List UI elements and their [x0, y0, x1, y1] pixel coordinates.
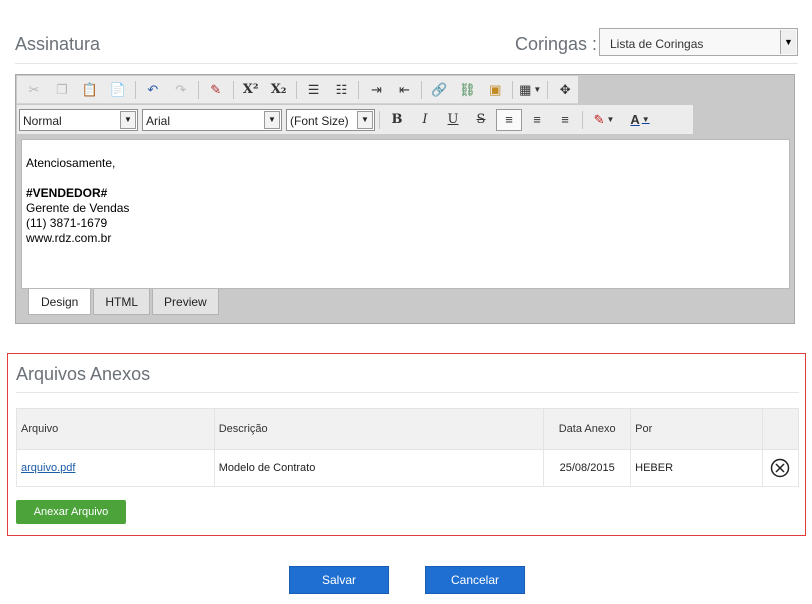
toolbar-divider — [582, 110, 583, 129]
signature-title: Assinatura — [15, 34, 101, 54]
font-select[interactable]: Arial ▼ — [142, 108, 282, 131]
attachments-title: Arquivos Anexos — [16, 364, 151, 384]
table-icon[interactable]: ▦ ▼ — [517, 79, 543, 101]
content-line: Atenciosamente, — [26, 156, 116, 170]
spellcheck-icon[interactable]: ✎ — [203, 79, 229, 101]
underline-icon[interactable]: U — [440, 109, 466, 131]
attachments-table: Arquivo Descrição Data Anexo Por arquivo… — [16, 408, 800, 487]
content-line: www.rdz.com.br — [26, 231, 112, 245]
editor-content[interactable]: Atenciosamente, #VENDEDOR# Gerente de Ve… — [21, 139, 790, 289]
signature-header: Assinatura Coringas : Lista de Coringas … — [15, 26, 798, 64]
subscript-icon[interactable]: X₂ — [266, 79, 292, 101]
image-icon[interactable]: ▣ — [482, 79, 508, 101]
cancel-button[interactable]: Cancelar — [425, 566, 525, 594]
save-button[interactable]: Salvar — [289, 566, 389, 594]
strikethrough-icon[interactable]: S — [468, 109, 494, 131]
toolbar-divider — [197, 80, 199, 99]
outdent-icon[interactable]: ⇤ — [391, 79, 417, 101]
ordered-list-icon[interactable]: ☰ — [301, 79, 327, 101]
toolbar-divider — [232, 80, 234, 99]
fullscreen-icon[interactable]: ✥ — [552, 79, 578, 101]
editor-toolbar-bottom: Normal ▼ Arial ▼ (Font Size) ▼ B I U S ≡… — [17, 105, 693, 134]
tab-design[interactable]: Design — [28, 289, 92, 315]
column-header-actions — [761, 408, 800, 450]
coringas-label: Coringas : — [515, 34, 598, 54]
attach-file-button[interactable]: Anexar Arquivo — [16, 500, 126, 524]
paste-icon[interactable]: 📋 — [77, 79, 103, 101]
font-size-select-value: (Font Size) — [290, 113, 349, 128]
unordered-list-icon[interactable]: ☷ — [329, 79, 355, 101]
table-row: arquivo.pdf Modelo de Contrato 25/08/201… — [16, 449, 800, 487]
paste-word-icon[interactable]: 📄 — [105, 79, 131, 101]
column-header-descricao: Descrição — [213, 408, 545, 450]
toolbar-divider — [379, 110, 380, 129]
cell-description: Modelo de Contrato — [213, 449, 545, 487]
cell-file: arquivo.pdf — [16, 449, 215, 487]
format-select-value: Normal — [23, 113, 62, 128]
bold-icon[interactable]: B — [384, 109, 410, 131]
superscript-icon[interactable]: X² — [238, 79, 264, 101]
link-icon[interactable]: 🔗 — [426, 79, 452, 101]
chevron-down-icon: ▼ — [357, 110, 373, 129]
align-left-icon[interactable]: ≡ — [496, 108, 522, 131]
toolbar-divider — [295, 80, 297, 99]
tab-preview[interactable]: Preview — [152, 289, 219, 315]
redo-icon[interactable]: ↷ — [168, 79, 194, 101]
indent-icon[interactable]: ⇥ — [363, 79, 389, 101]
attachments-divider — [16, 392, 799, 393]
cell-remove — [761, 449, 800, 487]
file-link[interactable]: arquivo.pdf — [21, 462, 75, 474]
cell-date: 25/08/2015 — [543, 449, 632, 487]
highlight-color-icon[interactable]: ✎ ▼ — [587, 109, 621, 131]
font-color-icon[interactable]: A ▼ — [623, 109, 657, 131]
coringas-select-value: Lista de Coringas — [610, 37, 704, 51]
undo-icon[interactable]: ↶ — [140, 79, 166, 101]
chevron-down-icon: ▼ — [264, 110, 280, 129]
chevron-down-icon: ▼ — [120, 110, 136, 129]
copy-icon[interactable]: ❐ — [49, 79, 75, 101]
chevron-down-icon: ▼ — [780, 30, 796, 54]
coringas-select[interactable]: Lista de Coringas ▼ — [599, 28, 798, 56]
toolbar-divider — [358, 80, 360, 99]
font-select-value: Arial — [146, 113, 171, 128]
align-center-icon[interactable]: ≡ — [524, 109, 550, 131]
column-header-por: Por — [630, 408, 763, 450]
table-header-row: Arquivo Descrição Data Anexo Por — [16, 408, 800, 450]
toolbar-divider — [512, 80, 514, 99]
column-header-arquivo: Arquivo — [16, 408, 215, 450]
content-line: Gerente de Vendas — [26, 201, 130, 215]
tab-html[interactable]: HTML — [93, 289, 151, 315]
toolbar-divider — [421, 80, 423, 99]
format-select[interactable]: Normal ▼ — [19, 108, 138, 131]
cut-icon[interactable]: ✂ — [21, 79, 47, 101]
attachments-panel: Arquivos Anexos Arquivo Descrição Data A… — [7, 353, 806, 536]
column-header-data: Data Anexo — [543, 408, 632, 450]
toolbar-divider — [547, 80, 549, 99]
content-line: #VENDEDOR# — [26, 186, 108, 200]
content-blank-line — [26, 171, 785, 186]
toolbar-divider — [134, 80, 136, 99]
content-line: (11) 3871-1679 — [26, 216, 108, 230]
editor-tabs: Design HTML Preview — [28, 289, 219, 315]
font-size-select[interactable]: (Font Size) ▼ — [286, 108, 375, 131]
italic-icon[interactable]: I — [412, 109, 438, 131]
remove-circle-x-icon[interactable] — [770, 458, 790, 478]
editor-toolbar-top: ✂ ❐ 📋 📄 ↶ ↷ ✎ X² X₂ ☰ ☷ ⇥ ⇤ 🔗 ⛓ ▣ ▦ ▼ ✥ — [17, 76, 578, 104]
align-right-icon[interactable]: ≡ — [552, 109, 578, 131]
unlink-icon[interactable]: ⛓ — [454, 79, 480, 101]
cell-by: HEBER — [630, 449, 763, 487]
rich-text-editor: ✂ ❐ 📋 📄 ↶ ↷ ✎ X² X₂ ☰ ☷ ⇥ ⇤ 🔗 ⛓ ▣ ▦ ▼ ✥ N… — [15, 74, 795, 324]
